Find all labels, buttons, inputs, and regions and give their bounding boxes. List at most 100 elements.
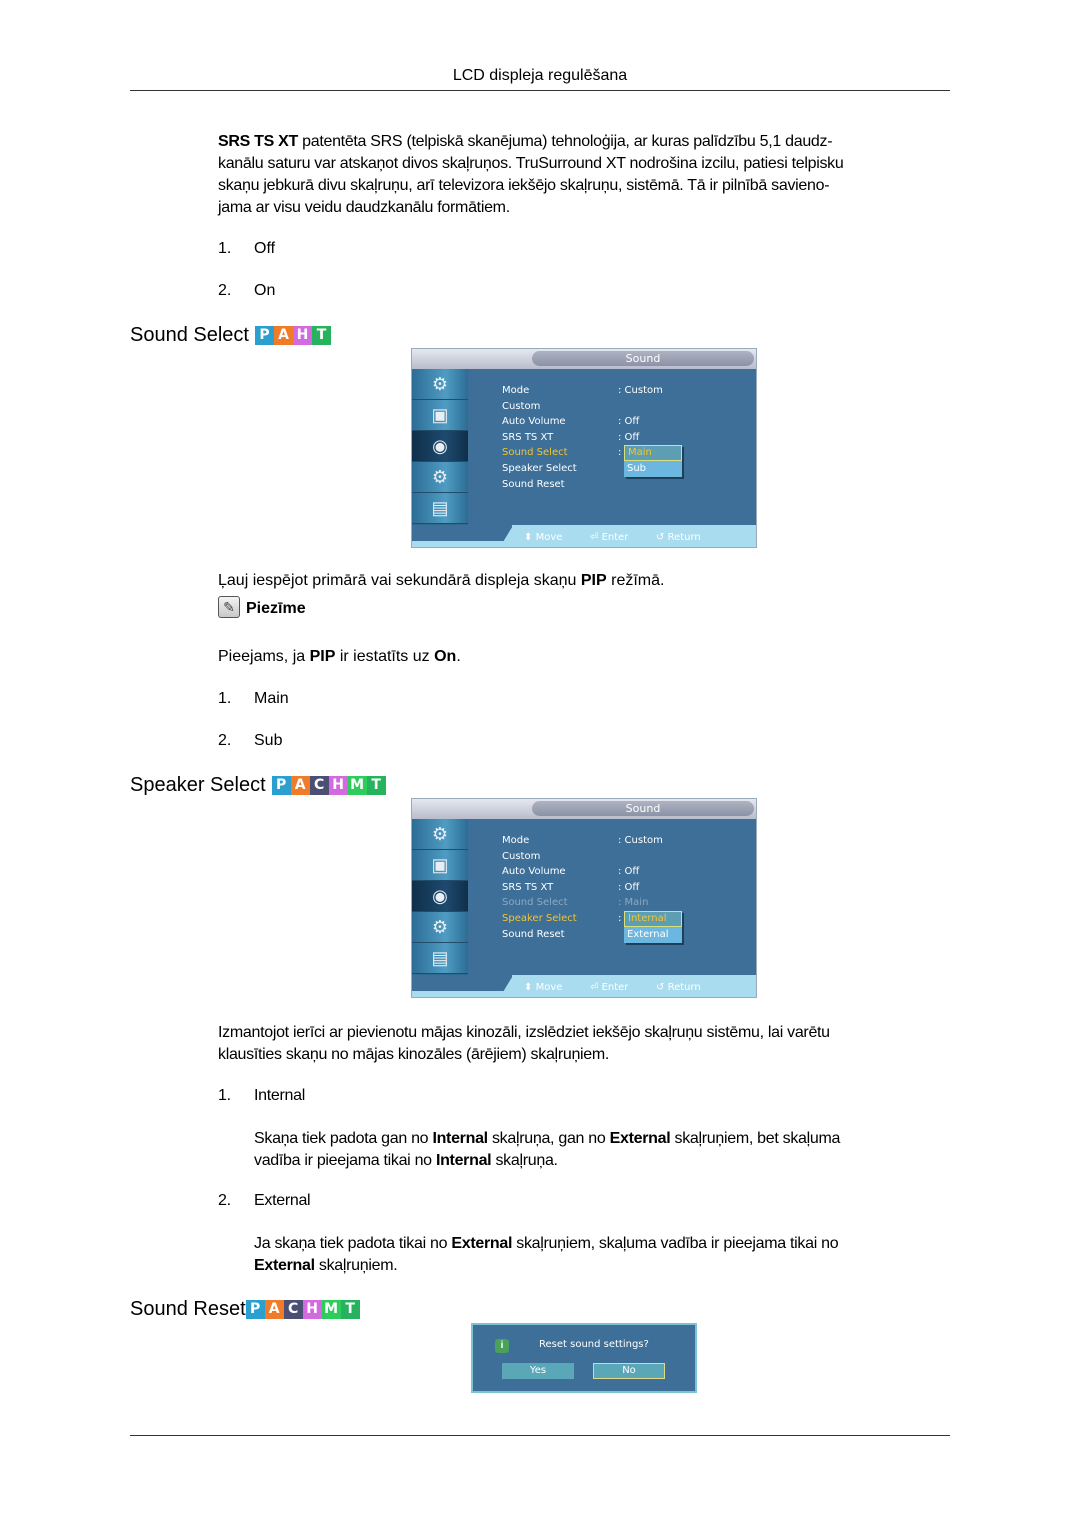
osd-menu-value: : Off — [618, 866, 640, 878]
srs-line-3: skaņu jebkurā divu skaļruņu, arī televiz… — [218, 177, 830, 194]
osd-menu-item[interactable]: Speaker Select — [502, 463, 577, 474]
speaker-select-description: Izmantojot ierīci ar pievienotu mājas ki… — [218, 1024, 830, 1063]
osd-menu-item[interactable]: Custom — [502, 851, 540, 862]
osd-menu-item[interactable]: SRS TS XT — [502, 432, 553, 443]
list-item: 1. Internal — [218, 1087, 305, 1104]
mode-badge-p: P — [254, 326, 274, 345]
note-label: Piezīme — [246, 600, 306, 617]
osd-menu-item[interactable]: Sound Select — [502, 897, 568, 908]
reset-dialog: i Reset sound settings? Yes No — [471, 1323, 697, 1393]
osd-menu-item[interactable]: Sound Reset — [502, 929, 565, 940]
osd-menu-item[interactable]: SRS TS XT — [502, 882, 553, 893]
osd-menu-value: : — [618, 447, 622, 459]
mode-badge-c: C — [283, 1300, 303, 1319]
dialog-message: Reset sound settings? — [539, 1339, 649, 1350]
mode-badge-h: H — [292, 326, 312, 345]
mode-badge-a: A — [290, 776, 310, 795]
osd-menu-value: : Main — [618, 897, 649, 909]
list-item: 1. Off — [218, 240, 276, 257]
osd-menu-value: : Off — [618, 881, 640, 893]
osd-sidebar: ⚙ ▣ ◉ ⚙ ▤ — [412, 369, 468, 525]
mode-badges: PAHT — [254, 326, 331, 345]
mode-badge-m: M — [347, 776, 367, 795]
osd-menu-value: : — [618, 913, 622, 924]
external-description: Ja skaņa tiek padota tikai no External s… — [254, 1235, 839, 1274]
list-item: 2. Sub — [218, 732, 283, 749]
enter-hint: ⏎ Enter — [590, 532, 629, 543]
note-icon: ✎ — [218, 596, 240, 618]
list-item: 2. External — [218, 1192, 311, 1209]
osd-menu-item[interactable]: Sound Reset — [502, 479, 565, 490]
internal-description: Skaņa tiek padota gan no Internal skaļru… — [254, 1130, 841, 1169]
enter-icon: ⏎ — [590, 982, 599, 993]
info-icon: i — [495, 1339, 509, 1353]
osd-menu-value: : Custom — [618, 385, 663, 396]
osd-menu-item[interactable]: Speaker Select — [502, 913, 577, 924]
enter-icon: ⏎ — [590, 532, 599, 543]
osd-menu-item[interactable]: Custom — [502, 401, 540, 412]
osd-dropdown-option[interactable]: Sub — [624, 461, 682, 477]
note-text: Pieejams, ja PIP ir iestatīts uz On. — [218, 648, 461, 665]
sound-reset-heading: Sound Reset PACHMT — [130, 1298, 360, 1321]
mode-badge-h: H — [328, 776, 348, 795]
no-button[interactable]: No — [593, 1363, 665, 1379]
setup-icon[interactable]: ⚙ — [412, 462, 468, 493]
osd-title-bar: Sound — [412, 349, 756, 369]
multi-control-icon[interactable]: ▤ — [412, 943, 468, 974]
move-hint: ⬍ Move — [524, 982, 563, 993]
picture-icon[interactable]: ▣ — [412, 400, 468, 431]
osd-menu-item[interactable]: Auto Volume — [502, 866, 566, 877]
osd-dropdown-option[interactable]: Main — [624, 445, 682, 462]
page-header-title: LCD displeja regulēšana — [452, 67, 628, 84]
mode-badge-h: H — [302, 1300, 322, 1319]
yes-button[interactable]: Yes — [502, 1363, 574, 1379]
header-divider — [130, 90, 950, 91]
srs-line-2: kanālu saturu var atskaņot divos skaļruņ… — [218, 155, 844, 172]
osd-dropdown-option[interactable]: Internal — [624, 911, 682, 927]
srs-term: SRS TS XT — [218, 133, 298, 150]
heading-text: Speaker Select — [130, 774, 266, 796]
srs-line-1: patentēta SRS (telpiskā skanējuma) tehno… — [297, 133, 833, 150]
osd-dropdown: Main Sub — [624, 445, 682, 478]
osd-menu-item[interactable]: Sound Select — [502, 447, 568, 458]
return-hint: ↺ Return — [656, 532, 701, 543]
picture-icon[interactable]: ▣ — [412, 850, 468, 881]
mode-badges: PACHMT — [271, 776, 386, 795]
footer-divider — [130, 1435, 950, 1436]
osd-menu-item[interactable]: Auto Volume — [502, 416, 566, 427]
mode-badge-t: T — [311, 326, 331, 345]
list-item: 1. Main — [218, 690, 289, 707]
move-icon: ⬍ — [524, 532, 533, 543]
osd-menu-item[interactable]: Mode — [502, 385, 529, 396]
osd-speaker-select: Sound ⚙ ▣ ◉ ⚙ ▤ Mode: Custom Custom Auto Volume:… — [411, 798, 757, 998]
enter-hint: ⏎ Enter — [590, 982, 629, 993]
input-icon[interactable]: ⚙ — [412, 819, 468, 850]
mode-badge-c: C — [309, 776, 329, 795]
list-item: 2. On — [218, 282, 276, 299]
input-icon[interactable]: ⚙ — [412, 369, 468, 400]
multi-control-icon[interactable]: ▤ — [412, 493, 468, 524]
setup-icon[interactable]: ⚙ — [412, 912, 468, 943]
osd-menu-item[interactable]: Mode — [502, 835, 529, 846]
heading-text: Sound Reset — [130, 1298, 246, 1320]
mode-badge-m: M — [321, 1300, 341, 1319]
sound-icon[interactable]: ◉ — [412, 431, 468, 462]
mode-badge-t: T — [340, 1300, 360, 1319]
osd-menu-value: : Off — [618, 416, 640, 428]
sound-icon[interactable]: ◉ — [412, 881, 468, 912]
osd-menu-value: : Custom — [618, 835, 663, 846]
osd-dropdown: Internal External — [624, 911, 682, 943]
option-label: External — [254, 1192, 311, 1209]
osd-title-bar: Sound — [412, 799, 756, 819]
sound-select-heading: Sound Select PAHT — [130, 324, 331, 347]
srs-line-4: jama ar visu veidu daudzkanālu formātiem… — [218, 199, 510, 216]
mode-badge-a: A — [273, 326, 293, 345]
option-label: Sub — [254, 732, 283, 749]
osd-title: Sound — [532, 351, 754, 366]
osd-dropdown-option[interactable]: External — [624, 927, 682, 943]
mode-badge-p: P — [245, 1300, 265, 1319]
speaker-select-heading: Speaker Select PACHMT — [130, 774, 386, 797]
move-icon: ⬍ — [524, 982, 533, 993]
option-label: Off — [254, 240, 276, 257]
note-block: ✎ Piezīme — [218, 596, 306, 618]
